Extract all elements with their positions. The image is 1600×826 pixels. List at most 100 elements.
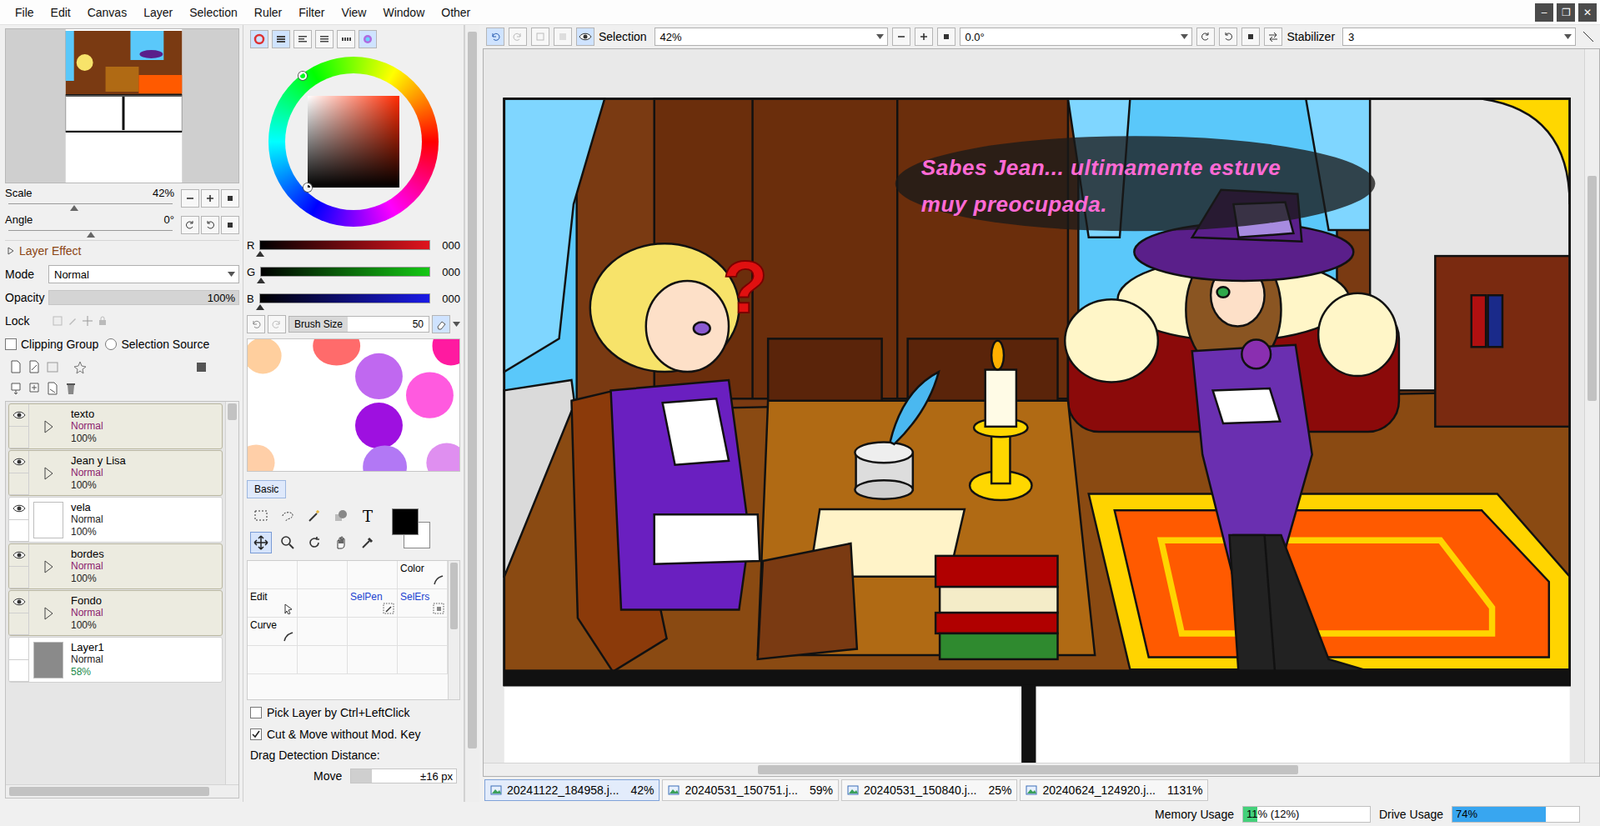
menu-item[interactable]: Selection [180, 2, 246, 23]
visibility-toggle[interactable] [9, 497, 29, 521]
zoom-in-button[interactable] [914, 27, 933, 46]
rect-select-tool[interactable] [250, 505, 272, 527]
redo-brush-button[interactable] [267, 315, 286, 334]
zoom-in-button[interactable] [200, 189, 220, 208]
menu-item[interactable]: Edit [42, 2, 80, 23]
hand-tool[interactable] [330, 531, 352, 554]
tool-slot[interactable] [297, 646, 348, 675]
visibility-toggle[interactable] [9, 451, 29, 474]
shape-tool[interactable] [330, 505, 352, 527]
document-tab[interactable]: 20240531_150751.j...59% [662, 779, 839, 802]
menu-item[interactable]: Filter [290, 2, 333, 23]
document-tab[interactable]: 20240531_150840.j...25% [841, 779, 1019, 802]
tool-slot[interactable] [347, 646, 398, 675]
invert-selection-button[interactable] [553, 27, 572, 46]
canvas-artwork[interactable]: Sabes Jean... ultimamente estuvemuy preo… [483, 49, 1585, 763]
zoom-reset-button[interactable] [937, 27, 956, 46]
selection-visibility-toggle[interactable] [576, 27, 595, 46]
layer-effect-header[interactable]: Layer Effect [5, 240, 240, 261]
zoom-reset-button[interactable] [220, 189, 240, 208]
color-panel-toggle[interactable] [336, 30, 356, 49]
canvas-vscrollbar[interactable] [1584, 49, 1600, 763]
tool-slot[interactable] [397, 646, 448, 675]
visibility-toggle[interactable] [9, 544, 29, 567]
canvas-viewport[interactable]: Sabes Jean... ultimamente estuvemuy preo… [483, 49, 1585, 763]
zoom-select[interactable]: 42% [654, 27, 888, 46]
undo-brush-button[interactable] [246, 315, 266, 334]
move-tool[interactable] [250, 531, 272, 554]
color-panel-toggle[interactable] [250, 30, 269, 49]
color-panel-toggle[interactable] [293, 30, 312, 49]
option-checkbox[interactable]: Pick Layer by Ctrl+LeftClick [246, 703, 461, 723]
select-toggle[interactable] [9, 566, 29, 590]
tool-slot[interactable] [347, 617, 398, 647]
color-panel-toggle[interactable] [358, 30, 377, 49]
rotate-right-button[interactable] [200, 215, 220, 235]
rotate-tool[interactable] [303, 531, 326, 554]
brush-size-field[interactable]: Brush Size50 [288, 315, 430, 333]
window-control[interactable]: ✕ [1578, 3, 1597, 22]
tool-slot[interactable] [247, 646, 298, 675]
visibility-toggle[interactable] [9, 637, 29, 661]
clipping-group-checkbox[interactable]: Clipping Group [5, 337, 99, 352]
flip-button[interactable] [1263, 27, 1283, 46]
navigator[interactable] [5, 28, 240, 184]
tool-slot[interactable] [347, 561, 398, 590]
zoom-out-button[interactable] [180, 189, 200, 208]
rotate-left-button[interactable] [180, 215, 200, 235]
color-channel-row[interactable]: G000 [246, 260, 461, 284]
menu-item[interactable]: Canvas [79, 2, 136, 23]
panel-scrollbar[interactable] [464, 25, 480, 803]
visibility-toggle[interactable] [9, 591, 29, 614]
eraser-button[interactable] [431, 315, 451, 334]
rotate-reset-button[interactable] [220, 215, 240, 235]
tool-slot[interactable]: SelPen [347, 589, 398, 618]
tool-slot[interactable]: Color [397, 561, 448, 590]
layer-hscrollbar[interactable] [5, 784, 239, 798]
move-distance-slider[interactable]: ±16 px [350, 768, 457, 784]
zoom-tool[interactable] [276, 531, 299, 554]
layer-row[interactable]: FondoNormal100% [8, 590, 223, 637]
color-panel-toggle[interactable] [271, 30, 291, 49]
stabilizer-select[interactable]: 3 [1342, 27, 1576, 46]
color-marker[interactable] [303, 183, 312, 192]
layer-row[interactable]: Jean y LisaNormal100% [8, 450, 223, 497]
menu-item[interactable]: File [6, 2, 43, 23]
option-checkbox[interactable]: Cut & Move without Mod. Key [246, 725, 461, 744]
navigator-preview[interactable] [5, 29, 239, 183]
visibility-toggle[interactable] [9, 404, 29, 427]
scratch-pad[interactable] [246, 338, 461, 472]
select-toggle[interactable] [9, 613, 29, 637]
angle-slider[interactable]: Angle0° [5, 213, 240, 237]
layer-row[interactable]: Layer1Normal58% [8, 636, 223, 683]
rotate-left-button[interactable] [1196, 27, 1215, 46]
color-wheel[interactable] [268, 56, 439, 227]
rotate-right-button[interactable] [1218, 27, 1238, 46]
rotate-reset-button[interactable] [1241, 27, 1260, 46]
blend-mode-select[interactable]: Normal [48, 265, 240, 284]
tool-slot[interactable]: Curve [247, 617, 298, 647]
color-swatches[interactable] [388, 505, 436, 551]
lasso-tool[interactable] [276, 505, 299, 527]
tool-slot[interactable] [297, 589, 348, 618]
tool-slot[interactable]: SelErs [397, 589, 448, 618]
tool-grid-scrollbar[interactable] [447, 561, 460, 700]
select-toggle[interactable] [9, 520, 29, 543]
tool-slot[interactable] [247, 561, 298, 590]
menu-item[interactable]: Window [374, 2, 433, 23]
window-control[interactable]: – [1534, 3, 1554, 22]
layer-row[interactable]: velaNormal100% [8, 496, 223, 543]
window-control[interactable]: ❐ [1556, 3, 1575, 22]
color-channel-row[interactable]: R000 [246, 233, 461, 257]
eyedropper-tool[interactable] [356, 531, 379, 554]
angle-select[interactable]: 0.0° [959, 27, 1194, 46]
layer-row[interactable]: textoNormal100% [8, 403, 223, 450]
select-toggle[interactable] [9, 660, 29, 683]
redo-button[interactable] [508, 27, 527, 46]
layer-row[interactable]: bordesNormal100% [8, 543, 223, 590]
menu-item[interactable]: Other [432, 2, 479, 23]
text-tool[interactable]: T [356, 505, 379, 527]
canvas-hscrollbar[interactable] [483, 762, 1600, 777]
tool-slot[interactable] [397, 617, 448, 647]
layer-scrollbar[interactable] [225, 401, 239, 785]
